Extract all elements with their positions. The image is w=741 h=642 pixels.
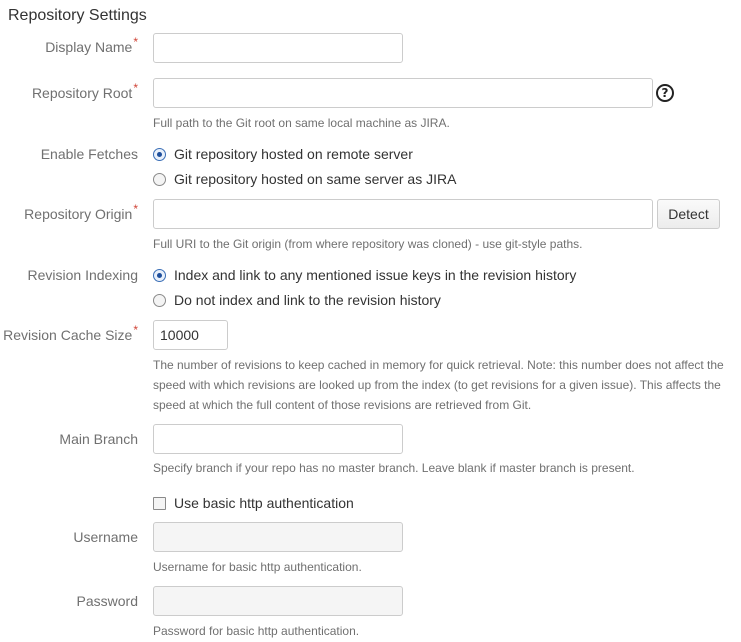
revision-cache-size-input[interactable] [153,320,228,350]
radio-same-server[interactable]: Git repository hosted on same server as … [153,171,456,187]
radio-label: Git repository hosted on same server as … [174,171,457,187]
repository-root-label: Repository Root* [31,81,138,101]
repository-root-description: Full path to the Git root on same local … [153,116,450,130]
radio-do-not-index[interactable]: Do not index and link to the revision hi… [153,292,441,308]
repository-origin-label: Repository Origin* [24,202,138,222]
radio-unchecked-icon[interactable] [153,293,166,307]
required-marker: * [133,35,138,49]
required-marker: * [133,323,138,337]
revision-cache-size-description: The number of revisions to keep cached i… [153,358,724,412]
revision-indexing-label: Revision Indexing [27,267,138,283]
enable-fetches-label: Enable Fetches [40,146,138,162]
username-description: Username for basic http authentication. [153,560,362,574]
password-label: Password [76,593,138,609]
password-input[interactable] [153,586,403,616]
required-marker: * [133,202,138,216]
display-name-input[interactable] [153,33,403,63]
radio-remote-server[interactable]: Git repository hosted on remote server [153,146,413,162]
radio-index-and-link[interactable]: Index and link to any mentioned issue ke… [153,267,576,283]
username-label: Username [73,529,138,545]
detect-button[interactable]: Detect [657,199,720,229]
password-description: Password for basic http authentication. [153,624,360,638]
revision-cache-size-label: Revision Cache Size* [3,323,138,343]
username-input[interactable] [153,522,403,552]
basic-auth-label: Use basic http authentication [174,495,354,511]
required-marker: * [133,81,138,95]
radio-label: Git repository hosted on remote server [174,146,413,162]
page-title: Repository Settings [8,7,147,24]
repository-origin-input[interactable] [153,199,653,229]
checkbox-unchecked-icon[interactable] [153,496,166,510]
radio-checked-icon[interactable] [153,147,166,161]
main-branch-input[interactable] [153,424,403,454]
question-circle-icon[interactable]: ? [656,84,674,102]
radio-checked-icon[interactable] [153,268,166,282]
repository-origin-description: Full URI to the Git origin (from where r… [153,237,583,251]
main-branch-description: Specify branch if your repo has no maste… [153,461,635,475]
radio-unchecked-icon[interactable] [153,172,166,186]
radio-label: Do not index and link to the revision hi… [174,292,441,308]
radio-label: Index and link to any mentioned issue ke… [174,267,577,283]
basic-auth-checkbox-row[interactable]: Use basic http authentication [153,495,354,511]
display-name-label: Display Name* [45,35,138,55]
main-branch-label: Main Branch [59,431,138,447]
repository-root-input[interactable] [153,78,653,108]
